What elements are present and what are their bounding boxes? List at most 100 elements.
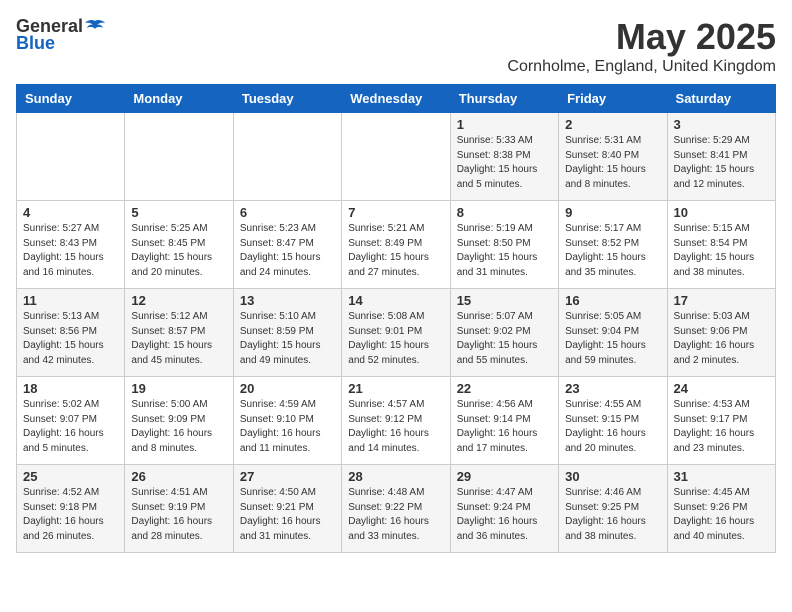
cell-w3-d2: 12 Sunrise: 5:12 AM Sunset: 8:57 PM Dayli… — [125, 289, 233, 377]
day-number: 6 — [240, 205, 335, 220]
day-number: 24 — [674, 381, 769, 396]
cell-w4-d3: 20 Sunrise: 4:59 AM Sunset: 9:10 PM Dayli… — [233, 377, 341, 465]
week-row-4: 18 Sunrise: 5:02 AM Sunset: 9:07 PM Dayli… — [17, 377, 776, 465]
day-number: 14 — [348, 293, 443, 308]
cell-content: Sunrise: 4:45 AM Sunset: 9:26 PM Dayligh… — [674, 486, 769, 544]
day-number: 26 — [131, 469, 226, 484]
cell-content: Sunrise: 4:55 AM Sunset: 9:15 PM Dayligh… — [565, 398, 660, 456]
logo-blue-text: Blue — [16, 33, 55, 54]
cell-content: Sunrise: 5:02 AM Sunset: 9:07 PM Dayligh… — [23, 398, 118, 456]
header: General Blue May 2025 Cornholme, England… — [16, 16, 776, 76]
cell-w2-d4: 7Sunrise: 5:21 AM Sunset: 8:49 PM Daylig… — [342, 201, 450, 289]
cell-content: Sunrise: 5:21 AM Sunset: 8:49 PM Dayligh… — [348, 222, 443, 280]
day-number: 28 — [348, 469, 443, 484]
cell-w1-d7: 3Sunrise: 5:29 AM Sunset: 8:41 PM Daylig… — [667, 113, 775, 201]
cell-w4-d4: 21 Sunrise: 4:57 AM Sunset: 9:12 PM Dayli… — [342, 377, 450, 465]
day-number: 30 — [565, 469, 660, 484]
cell-content: Sunrise: 4:47 AM Sunset: 9:24 PM Dayligh… — [457, 486, 552, 544]
day-number: 9 — [565, 205, 660, 220]
week-row-3: 11 Sunrise: 5:13 AM Sunset: 8:56 PM Dayli… — [17, 289, 776, 377]
logo: General Blue — [16, 16, 107, 54]
day-number: 13 — [240, 293, 335, 308]
cell-content: Sunrise: 5:27 AM Sunset: 8:43 PM Dayligh… — [23, 222, 118, 280]
calendar-header-row: SundayMondayTuesdayWednesdayThursdayFrid… — [17, 85, 776, 113]
cell-content: Sunrise: 5:00 AM Sunset: 9:09 PM Dayligh… — [131, 398, 226, 456]
day-number: 3 — [674, 117, 769, 132]
week-row-2: 4 Sunrise: 5:27 AM Sunset: 8:43 PM Daylig… — [17, 201, 776, 289]
cell-w2-d2: 5 Sunrise: 5:25 AM Sunset: 8:45 PM Daylig… — [125, 201, 233, 289]
calendar-subtitle: Cornholme, England, United Kingdom — [507, 58, 776, 76]
day-number: 11 — [23, 293, 118, 308]
cell-content: Sunrise: 5:23 AM Sunset: 8:47 PM Dayligh… — [240, 222, 335, 280]
cell-content: Sunrise: 5:05 AM Sunset: 9:04 PM Dayligh… — [565, 310, 660, 368]
header-friday: Friday — [559, 85, 667, 113]
cell-content: Sunrise: 5:10 AM Sunset: 8:59 PM Dayligh… — [240, 310, 335, 368]
day-number: 5 — [131, 205, 226, 220]
header-sunday: Sunday — [17, 85, 125, 113]
calendar-table: SundayMondayTuesdayWednesdayThursdayFrid… — [16, 84, 776, 553]
header-tuesday: Tuesday — [233, 85, 341, 113]
day-number: 18 — [23, 381, 118, 396]
cell-w1-d1 — [17, 113, 125, 201]
cell-w3-d6: 16 Sunrise: 5:05 AM Sunset: 9:04 PM Dayli… — [559, 289, 667, 377]
day-number: 17 — [674, 293, 769, 308]
cell-content: Sunrise: 4:53 AM Sunset: 9:17 PM Dayligh… — [674, 398, 769, 456]
day-number: 16 — [565, 293, 660, 308]
day-number: 29 — [457, 469, 552, 484]
cell-content: Sunrise: 5:03 AM Sunset: 9:06 PM Dayligh… — [674, 310, 769, 368]
cell-w5-d1: 25Sunrise: 4:52 AM Sunset: 9:18 PM Dayli… — [17, 465, 125, 553]
cell-w4-d5: 22 Sunrise: 4:56 AM Sunset: 9:14 PM Dayli… — [450, 377, 558, 465]
week-row-5: 25Sunrise: 4:52 AM Sunset: 9:18 PM Dayli… — [17, 465, 776, 553]
cell-w1-d5: 1 Sunrise: 5:33 AM Sunset: 8:38 PM Daylig… — [450, 113, 558, 201]
cell-content: Sunrise: 5:08 AM Sunset: 9:01 PM Dayligh… — [348, 310, 443, 368]
day-number: 1 — [457, 117, 552, 132]
cell-w4-d2: 19 Sunrise: 5:00 AM Sunset: 9:09 PM Dayli… — [125, 377, 233, 465]
header-thursday: Thursday — [450, 85, 558, 113]
header-saturday: Saturday — [667, 85, 775, 113]
cell-w5-d2: 26 Sunrise: 4:51 AM Sunset: 9:19 PM Dayli… — [125, 465, 233, 553]
day-number: 19 — [131, 381, 226, 396]
cell-content: Sunrise: 5:15 AM Sunset: 8:54 PM Dayligh… — [674, 222, 769, 280]
day-number: 22 — [457, 381, 552, 396]
cell-content: Sunrise: 5:33 AM Sunset: 8:38 PM Dayligh… — [457, 134, 552, 192]
day-number: 2 — [565, 117, 660, 132]
day-number: 12 — [131, 293, 226, 308]
day-number: 4 — [23, 205, 118, 220]
cell-w4-d7: 24 Sunrise: 4:53 AM Sunset: 9:17 PM Dayli… — [667, 377, 775, 465]
cell-content: Sunrise: 5:19 AM Sunset: 8:50 PM Dayligh… — [457, 222, 552, 280]
cell-w5-d6: 30 Sunrise: 4:46 AM Sunset: 9:25 PM Dayli… — [559, 465, 667, 553]
day-number: 20 — [240, 381, 335, 396]
cell-w4-d1: 18 Sunrise: 5:02 AM Sunset: 9:07 PM Dayli… — [17, 377, 125, 465]
cell-content: Sunrise: 4:57 AM Sunset: 9:12 PM Dayligh… — [348, 398, 443, 456]
cell-content: Sunrise: 4:51 AM Sunset: 9:19 PM Dayligh… — [131, 486, 226, 544]
day-number: 21 — [348, 381, 443, 396]
cell-content: Sunrise: 4:46 AM Sunset: 9:25 PM Dayligh… — [565, 486, 660, 544]
cell-w5-d5: 29 Sunrise: 4:47 AM Sunset: 9:24 PM Dayli… — [450, 465, 558, 553]
cell-w3-d1: 11 Sunrise: 5:13 AM Sunset: 8:56 PM Dayli… — [17, 289, 125, 377]
cell-w1-d6: 2Sunrise: 5:31 AM Sunset: 8:40 PM Daylig… — [559, 113, 667, 201]
cell-content: Sunrise: 4:50 AM Sunset: 9:21 PM Dayligh… — [240, 486, 335, 544]
calendar-title: May 2025 — [507, 16, 776, 58]
cell-content: Sunrise: 4:56 AM Sunset: 9:14 PM Dayligh… — [457, 398, 552, 456]
cell-content: Sunrise: 5:25 AM Sunset: 8:45 PM Dayligh… — [131, 222, 226, 280]
day-number: 8 — [457, 205, 552, 220]
day-number: 25 — [23, 469, 118, 484]
day-number: 10 — [674, 205, 769, 220]
cell-w1-d4 — [342, 113, 450, 201]
cell-w5-d3: 27Sunrise: 4:50 AM Sunset: 9:21 PM Dayli… — [233, 465, 341, 553]
cell-w2-d6: 9Sunrise: 5:17 AM Sunset: 8:52 PM Daylig… — [559, 201, 667, 289]
cell-w1-d2 — [125, 113, 233, 201]
cell-content: Sunrise: 5:12 AM Sunset: 8:57 PM Dayligh… — [131, 310, 226, 368]
cell-w3-d7: 17 Sunrise: 5:03 AM Sunset: 9:06 PM Dayli… — [667, 289, 775, 377]
cell-w3-d4: 14 Sunrise: 5:08 AM Sunset: 9:01 PM Dayli… — [342, 289, 450, 377]
cell-w5-d7: 31 Sunrise: 4:45 AM Sunset: 9:26 PM Dayli… — [667, 465, 775, 553]
cell-w4-d6: 23Sunrise: 4:55 AM Sunset: 9:15 PM Dayli… — [559, 377, 667, 465]
header-monday: Monday — [125, 85, 233, 113]
cell-w2-d1: 4 Sunrise: 5:27 AM Sunset: 8:43 PM Daylig… — [17, 201, 125, 289]
cell-content: Sunrise: 5:13 AM Sunset: 8:56 PM Dayligh… — [23, 310, 118, 368]
day-number: 15 — [457, 293, 552, 308]
cell-w2-d7: 10 Sunrise: 5:15 AM Sunset: 8:54 PM Dayli… — [667, 201, 775, 289]
logo-bird-icon — [85, 19, 105, 35]
day-number: 31 — [674, 469, 769, 484]
cell-content: Sunrise: 4:59 AM Sunset: 9:10 PM Dayligh… — [240, 398, 335, 456]
